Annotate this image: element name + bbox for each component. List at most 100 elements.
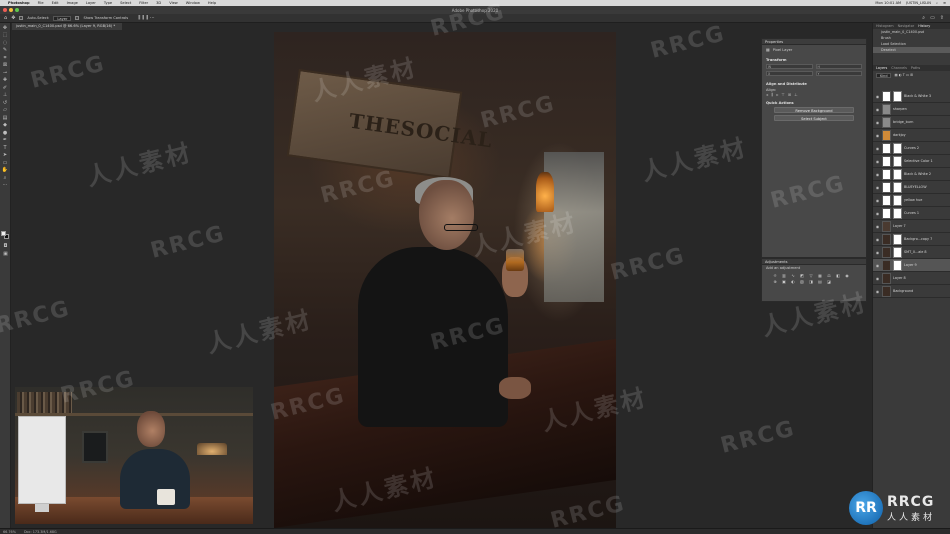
dodge-tool-icon[interactable]: ● [2, 130, 9, 136]
layer-mask-thumbnail[interactable] [893, 90, 902, 102]
menu-edit[interactable]: Edit [52, 1, 59, 5]
foreground-color-swatch[interactable] [1, 231, 6, 236]
menu-photoshop[interactable]: Photoshop [8, 1, 30, 5]
layer-name[interactable]: SMT_0...ale 8 [904, 250, 927, 254]
visibility-eye-icon[interactable]: ◉ [875, 159, 880, 164]
menu-file[interactable]: File [38, 1, 44, 5]
share-icon[interactable]: ⇪ [940, 15, 944, 21]
layer-mask-thumbnail[interactable] [893, 259, 902, 271]
layer-row[interactable]: ◉ Black & White 3 [873, 90, 950, 103]
history-brush-tool-icon[interactable]: ↺ [2, 100, 9, 106]
marquee-tool-icon[interactable]: ⬚ [2, 32, 9, 38]
show-transform-checkbox[interactable] [75, 16, 80, 20]
visibility-eye-icon[interactable]: ◉ [875, 289, 880, 294]
screen-mode-icon[interactable]: ▣ [2, 251, 9, 257]
layer-mask-thumbnail[interactable] [893, 233, 902, 245]
menu-window[interactable]: Window [186, 1, 200, 5]
layer-thumbnail[interactable] [882, 168, 891, 180]
tab-paths[interactable]: Paths [911, 65, 920, 71]
stamp-tool-icon[interactable]: ⊥ [2, 92, 9, 98]
layer-thumbnail[interactable] [882, 207, 891, 219]
black-white-icon[interactable]: ◧ [835, 273, 841, 278]
visibility-eye-icon[interactable]: ◉ [875, 250, 880, 255]
close-window-button[interactable] [3, 8, 7, 12]
brush-tool-icon[interactable]: ✐ [2, 85, 9, 91]
layer-name[interactable]: Curves 2 [904, 146, 919, 150]
layer-row[interactable]: ◉ Layer 9 [873, 259, 950, 272]
align-middle-icon[interactable]: ⊞ [788, 92, 791, 97]
brightness-icon[interactable]: ☼ [772, 273, 778, 278]
invert-icon[interactable]: ◐ [790, 279, 796, 284]
layer-row[interactable]: ◉ Selective Color 1 [873, 155, 950, 168]
layer-thumbnail[interactable] [882, 285, 891, 297]
menu-filter[interactable]: Filter [139, 1, 148, 5]
visibility-eye-icon[interactable]: ◉ [875, 263, 880, 268]
layer-row[interactable]: ◉ Background [873, 285, 950, 298]
photo-filter-icon[interactable]: ◉ [844, 273, 850, 278]
layer-row[interactable]: ◉ darkjoy [873, 129, 950, 142]
menu-type[interactable]: Type [104, 1, 112, 5]
menu-3d[interactable]: 3D [156, 1, 161, 5]
menu-select[interactable]: Select [120, 1, 131, 5]
visibility-eye-icon[interactable]: ◉ [875, 172, 880, 177]
quick-actions-heading[interactable]: Quick Actions [766, 101, 862, 105]
pen-tool-icon[interactable]: ✒ [2, 137, 9, 143]
menu-help[interactable]: Help [208, 1, 216, 5]
visibility-eye-icon[interactable]: ◉ [875, 133, 880, 138]
color-lookup-icon[interactable]: ▣ [781, 279, 787, 284]
layer-row[interactable]: ◉ Layer 7 [873, 220, 950, 233]
filter-icons[interactable]: ▦ ◐ T ▭ ⊞ [894, 73, 913, 78]
layer-row[interactable]: ◉ yellow hue [873, 194, 950, 207]
hue-saturation-icon[interactable]: ▦ [817, 273, 823, 278]
layer-thumbnail[interactable] [882, 155, 891, 167]
menu-image[interactable]: Image [67, 1, 78, 5]
auto-select-checkbox[interactable] [19, 16, 24, 20]
layer-row[interactable]: ◉ Backgro...copy 7 [873, 233, 950, 246]
auto-select-dropdown[interactable]: Layer [53, 15, 72, 21]
align-heading[interactable]: Align and Distribute [766, 82, 862, 86]
curves-icon[interactable]: ∿ [790, 273, 796, 278]
layer-mask-thumbnail[interactable] [893, 207, 902, 219]
align-bottom-icon[interactable]: ⊥ [794, 92, 797, 97]
zoom-level[interactable]: 66.76% [3, 529, 16, 534]
layer-name[interactable]: Layer 9 [904, 263, 917, 267]
layer-mask-thumbnail[interactable] [893, 194, 902, 206]
layer-row[interactable]: ◉ Curves 1 [873, 207, 950, 220]
crop-tool-icon[interactable]: ⌗ [2, 55, 9, 61]
path-select-tool-icon[interactable]: ➤ [2, 152, 9, 158]
tab-channels[interactable]: Channels [891, 65, 907, 71]
transform-y-field[interactable]: Y [815, 71, 862, 76]
layer-mask-thumbnail[interactable] [893, 142, 902, 154]
visibility-eye-icon[interactable]: ◉ [875, 224, 880, 229]
document-image[interactable]: THESOCIAL [274, 32, 616, 528]
layer-row[interactable]: ◉ BLUEYELLOW [873, 181, 950, 194]
threshold-icon[interactable]: ◨ [808, 279, 814, 284]
healing-tool-icon[interactable]: ✚ [2, 77, 9, 83]
layer-row[interactable]: ◉ Black & White 2 [873, 168, 950, 181]
home-icon[interactable]: ⌂ [4, 15, 7, 21]
search-icon[interactable]: ⌕ [922, 15, 925, 21]
layer-name[interactable]: Backgro...copy 7 [904, 237, 932, 241]
type-tool-icon[interactable]: T [2, 145, 9, 151]
layer-thumbnail[interactable] [882, 259, 891, 271]
layer-name[interactable]: darkjoy [893, 133, 906, 137]
layer-row[interactable]: ◉ sharpen [873, 103, 950, 116]
exposure-icon[interactable]: ◩ [799, 273, 805, 278]
levels-icon[interactable]: ▥ [781, 273, 787, 278]
transform-heading[interactable]: Transform [766, 58, 862, 62]
layer-thumbnail[interactable] [882, 142, 891, 154]
color-balance-icon[interactable]: ⚖ [826, 273, 832, 278]
layer-row[interactable]: ◉ bridge_burn [873, 116, 950, 129]
visibility-eye-icon[interactable]: ◉ [875, 237, 880, 242]
search-icon[interactable]: ⌕ [936, 1, 938, 5]
visibility-eye-icon[interactable]: ◉ [875, 185, 880, 190]
shape-tool-icon[interactable]: ▭ [2, 160, 9, 166]
layer-row[interactable]: ◉ Curves 2 [873, 142, 950, 155]
layer-name[interactable]: Layer 8 [893, 276, 906, 280]
layer-name[interactable]: BLUEYELLOW [904, 185, 927, 189]
layer-name[interactable]: yellow hue [904, 198, 922, 202]
zoom-window-button[interactable] [15, 8, 19, 12]
visibility-eye-icon[interactable]: ◉ [875, 107, 880, 112]
visibility-eye-icon[interactable]: ◉ [875, 276, 880, 281]
minimize-window-button[interactable] [9, 8, 13, 12]
